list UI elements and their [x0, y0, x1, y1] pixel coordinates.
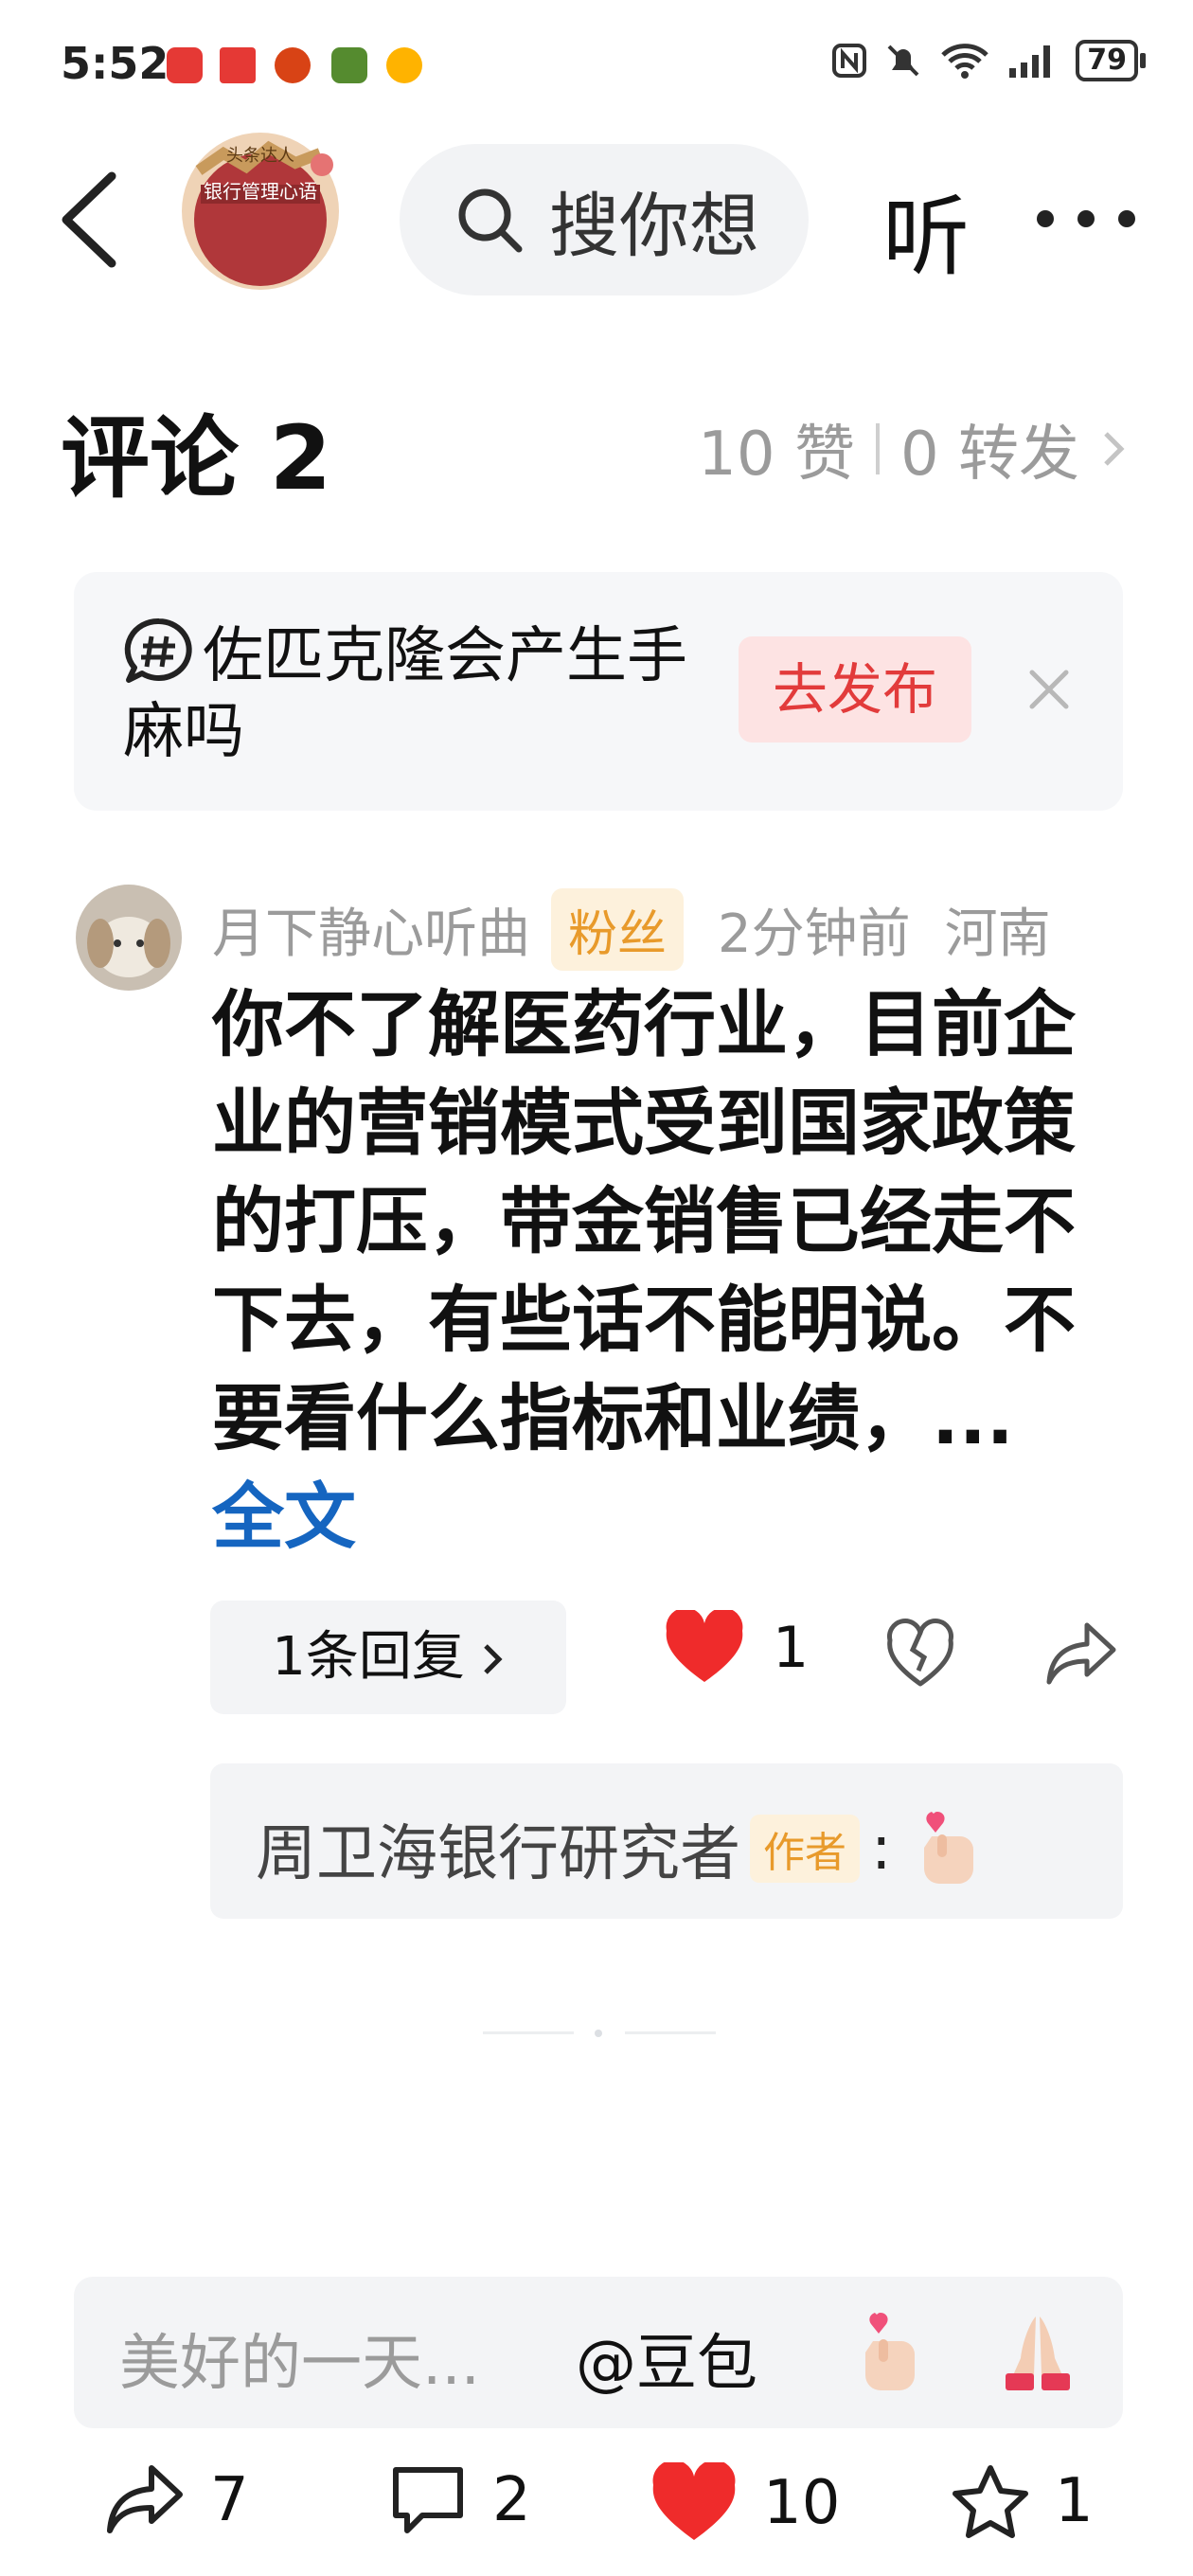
game-app-icon [275, 47, 311, 83]
comment-action[interactable]: 2 [388, 2462, 531, 2538]
favorite-action[interactable]: 1 [951, 2462, 1094, 2540]
praying-hands-emoji-button[interactable] [994, 2311, 1081, 2394]
share-icon[interactable] [1043, 1618, 1119, 1690]
like-count: 10 [763, 2468, 841, 2538]
search-icon [458, 188, 523, 253]
status-right: 79 [831, 40, 1146, 81]
comment-count: 2 [492, 2465, 531, 2535]
reply-username[interactable]: 周卫海银行研究者 [256, 1805, 740, 1892]
comment-input-placeholder: 美好的一天... [119, 2329, 481, 2399]
heart-filled-icon [666, 1610, 743, 1682]
hashtag-bubble-icon [124, 617, 192, 683]
publish-button[interactable]: 去发布 [739, 636, 971, 742]
end-divider-dot [595, 2030, 602, 2037]
comment-like-count: 1 [773, 1615, 810, 1681]
broken-heart-icon[interactable] [884, 1618, 956, 1690]
finger-heart-emoji-button[interactable] [848, 2311, 932, 2394]
comment-like-button[interactable]: 1 [663, 1610, 809, 1686]
reposts-count: 0 转发 [899, 420, 1079, 490]
avatar-badge-text: 头条达人 [226, 146, 294, 166]
author-avatar[interactable]: 银行管理心语 头条达人 [182, 133, 339, 290]
wifi-icon [941, 44, 988, 79]
comment-location: 河南 [944, 903, 1051, 965]
comment-bubble-icon [393, 2467, 463, 2533]
listen-button[interactable]: 听 [882, 167, 970, 293]
signal-icon [1009, 45, 1051, 78]
back-arrow-icon[interactable] [59, 170, 119, 269]
chevron-right-icon [1104, 432, 1125, 466]
like-action[interactable]: 10 [650, 2462, 840, 2544]
game2-app-icon [331, 47, 367, 83]
more-icon[interactable] [1034, 206, 1138, 231]
comments-title: 评论 2 [61, 407, 332, 510]
avatar-book-title: 银行管理心语 [204, 180, 317, 203]
post-stats[interactable]: 10 赞 0 转发 [698, 405, 1127, 492]
reply-colon: : [871, 1814, 892, 1884]
commenter-name[interactable]: 月下静心听曲 [212, 891, 530, 968]
comment-text: 你不了解医药行业，目前企业的营销模式受到国家政策的打压，带金销售已经走不下去，有… [212, 982, 1076, 1460]
stats-divider [875, 423, 880, 474]
end-divider-right [625, 2031, 716, 2034]
replies-label: 1条回复 [272, 1626, 465, 1688]
share-action[interactable]: 7 [104, 2462, 249, 2538]
heart-filled-icon [652, 2462, 736, 2540]
favorite-count: 1 [1055, 2466, 1094, 2536]
share-count: 7 [210, 2465, 249, 2535]
fan-badge: 粉丝 [551, 888, 685, 971]
end-divider-left [483, 2031, 574, 2034]
mention-doubao-button[interactable]: @豆包 [576, 2315, 757, 2402]
comment-body[interactable]: 你不了解医药行业，目前企业的营销模式受到国家政策的打压，带金销售已经走不下去，有… [212, 975, 1083, 1566]
nfc-icon [832, 44, 867, 78]
topic-text: 佐匹克隆会产生手麻吗 [123, 621, 687, 767]
search-box[interactable]: 搜你想 [400, 144, 809, 295]
reply-line: 周卫海银行研究者 作者 : [256, 1805, 987, 1892]
comment-meta: 月下静心听曲 粉丝 2分钟前 河南 [212, 888, 1051, 971]
view-replies-button[interactable]: 1条回复 [210, 1601, 566, 1714]
mute-bell-icon [887, 45, 919, 77]
weibo-app-icon [386, 47, 422, 83]
search-placeholder: 搜你想 [549, 185, 759, 267]
topic-hashtag[interactable]: 佐匹克隆会产生手麻吗 [123, 616, 729, 770]
notification-app-icon [167, 47, 203, 83]
topic-suggestion-card: 佐匹克隆会产生手麻吗 去发布 [74, 572, 1123, 811]
likes-count: 10 赞 [698, 420, 855, 490]
share-icon [107, 2465, 183, 2533]
reply-preview[interactable]: 周卫海银行研究者 作者 : [210, 1763, 1123, 1919]
status-time: 5:52 [61, 38, 169, 89]
comment-time: 2分钟前 [718, 903, 911, 965]
comment-input-bar[interactable]: 美好的一天... @豆包 [74, 2277, 1123, 2428]
battery-indicator: 79 [1076, 40, 1146, 81]
chevron-right-icon [483, 1644, 503, 1674]
full-text-link[interactable]: 全文 [212, 1475, 356, 1559]
author-badge: 作者 [750, 1815, 860, 1883]
commenter-avatar[interactable] [76, 885, 182, 991]
close-icon[interactable] [1026, 667, 1072, 712]
star-icon [953, 2465, 1028, 2538]
toutiao-app-icon [220, 47, 256, 83]
finger-heart-emoji-icon [923, 1812, 973, 1884]
